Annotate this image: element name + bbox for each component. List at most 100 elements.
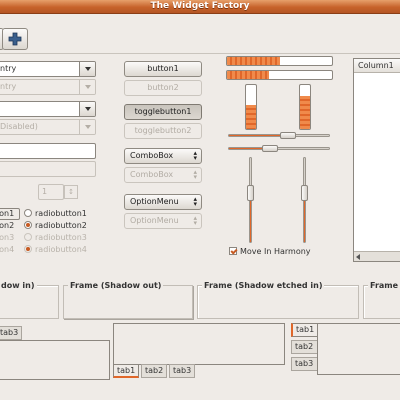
frame-label: Frame (368, 281, 400, 290)
updown-icon: ▴ ▾ (193, 195, 197, 208)
radio-indicator (24, 209, 32, 217)
button1[interactable]: button1 (124, 61, 202, 77)
radio-label: radiobutton2 (35, 221, 87, 230)
optionmenu2-label: OptionMenu (130, 216, 179, 225)
combo-box-entry-disabled: Disabled) (0, 119, 96, 135)
tab-label: tab2 (295, 342, 314, 351)
frame-shadow-etched-in: Frame (Shadow etched in) (197, 281, 359, 319)
horizontal-scrollbar[interactable] (354, 251, 400, 261)
checkbox-indicator (229, 247, 237, 255)
progress-fill (227, 71, 269, 79)
updown-icon: ▴ ▾ (193, 168, 197, 181)
updown-icon: ▴ ▾ (193, 214, 197, 227)
radiobutton1[interactable]: radiobutton1 (24, 208, 87, 220)
combobox1-label: ComboBox (130, 151, 174, 160)
tab-label: tab3 (295, 359, 314, 368)
frame-label: Frame (Shadow out) (68, 281, 164, 290)
chevron-down-icon[interactable] (79, 62, 95, 76)
radio-label: ton4 (0, 245, 15, 254)
frame-label: Frame (Shadow etched in) (202, 281, 325, 290)
slider-track (228, 147, 330, 150)
chevron-down-icon (79, 80, 95, 94)
progress-fill (300, 96, 310, 129)
notebook-top-panel (0, 340, 110, 380)
optionmenu1-label: OptionMenu (130, 197, 179, 206)
add-button[interactable] (2, 28, 28, 50)
spin-value: 1 (38, 184, 64, 200)
tab-tab1[interactable]: tab1 (113, 364, 140, 378)
hscale-1[interactable] (228, 131, 330, 141)
text-entry-disabled (0, 161, 96, 177)
radio-indicator (24, 221, 32, 229)
spin-arrows-icon: ↕ (64, 185, 78, 199)
button2: button2 (124, 80, 202, 96)
radio-indicator (24, 233, 32, 241)
slider-thumb[interactable] (279, 132, 296, 139)
tab-tab2[interactable]: tab2 (141, 364, 168, 378)
notebook-bottom-panel (113, 323, 285, 365)
window-titlebar: The Widget Factory (0, 0, 400, 14)
radio-group-2: radiobutton1 radiobutton2 radiobutton3 r… (24, 208, 87, 256)
togglebutton1[interactable]: togglebutton1 (124, 104, 202, 120)
radiobutton4: radiobutton4 (24, 244, 87, 256)
radio-partial-3: ton3 (0, 232, 14, 244)
window-title: The Widget Factory (150, 1, 250, 11)
tab-tab1[interactable]: tab1 (291, 323, 318, 337)
tab-label: tab2 (145, 366, 164, 375)
checkbox-label: Move In Harmony (240, 247, 311, 256)
tab-tab3[interactable]: tab3 (0, 326, 23, 340)
tab-label: tab3 (173, 366, 192, 375)
vscale-1[interactable] (245, 157, 257, 243)
combobox1[interactable]: ComboBox ▴ ▾ (124, 148, 202, 164)
radio-indicator (24, 245, 32, 253)
radio-partial-2[interactable]: ton2 (0, 220, 14, 232)
plus-icon (8, 32, 22, 46)
radio-focus-outline (0, 208, 20, 220)
progress-fill (227, 57, 280, 65)
move-in-harmony-checkbox[interactable]: Move In Harmony (229, 246, 311, 258)
column-header[interactable]: Column1 (354, 59, 400, 73)
radio-label: ton3 (0, 233, 15, 242)
tab-tab2[interactable]: tab2 (291, 340, 318, 354)
frame-shadow-in: dow in) (0, 281, 59, 319)
vscale-2[interactable] (299, 157, 311, 243)
chevron-down-icon[interactable] (79, 102, 95, 116)
slider-thumb[interactable] (262, 145, 279, 152)
scroll-left-icon[interactable] (356, 254, 360, 260)
optionmenu1[interactable]: OptionMenu ▴ ▾ (124, 194, 202, 210)
progressbar-h1 (226, 56, 333, 66)
slider-thumb[interactable] (247, 185, 254, 201)
spin-button: 1 ↕ (38, 184, 78, 200)
tree-view[interactable]: Column1 (353, 58, 400, 262)
radio-label: ton2 (0, 221, 15, 230)
optionmenu2: OptionMenu ▴ ▾ (124, 213, 202, 229)
combo-entry-value: ntry (0, 64, 17, 73)
combo-box-entry[interactable] (0, 101, 96, 117)
notebook-left-panel (317, 323, 400, 375)
slider-thumb[interactable] (301, 185, 308, 201)
frame-shadow-out: Frame (Shadow out) (63, 281, 193, 319)
radio-label: radiobutton1 (35, 209, 87, 218)
radio-partial-4: ton4 (0, 244, 14, 256)
progress-fill (246, 104, 256, 129)
radio-label: radiobutton4 (35, 245, 87, 254)
combobox2: ComboBox ▴ ▾ (124, 167, 202, 183)
progressbar-h2 (226, 70, 333, 80)
chevron-down-icon (79, 120, 95, 134)
radiobutton2[interactable]: radiobutton2 (24, 220, 87, 232)
tab-label: tab1 (117, 366, 136, 375)
tab-tab3[interactable]: tab3 (169, 364, 196, 378)
frame-label: dow in) (0, 281, 37, 290)
combo-entry-disabled: ntry (0, 79, 96, 95)
combobox2-label: ComboBox (130, 170, 174, 179)
updown-icon: ▴ ▾ (193, 149, 197, 162)
tab-tab3[interactable]: tab3 (291, 357, 318, 371)
combo-entry[interactable]: ntry (0, 61, 96, 77)
hscale-2[interactable] (228, 144, 330, 154)
progressbar-v1 (245, 84, 257, 130)
frame-shadow-etched-out: Frame (363, 281, 400, 319)
spin-value-text: 1 (42, 187, 48, 196)
column-header-label: Column1 (358, 61, 394, 70)
entry-disabled-value: Disabled) (0, 122, 38, 131)
text-entry[interactable] (0, 143, 96, 159)
